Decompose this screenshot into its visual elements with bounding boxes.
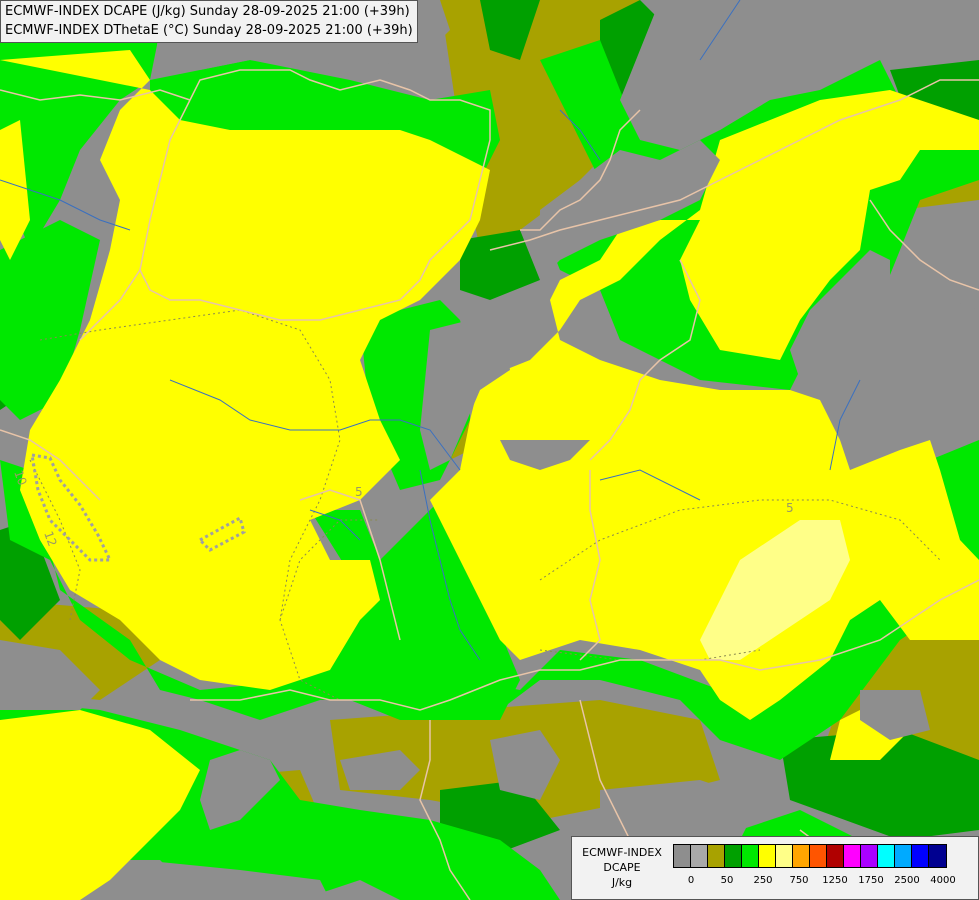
legend-title-model: ECMWF-INDEX — [582, 846, 662, 859]
legend-tick-label: 50 — [720, 875, 734, 886]
legend-tick-label: 0 — [687, 875, 695, 886]
legend-swatches — [673, 844, 947, 868]
legend-swatch — [708, 845, 725, 867]
legend-swatch — [793, 845, 810, 867]
legend-tick-label: 4000 — [930, 875, 956, 886]
legend-tick-label: 1750 — [858, 875, 884, 886]
legend-tick-label: 250 — [753, 875, 773, 886]
legend-swatch — [929, 845, 946, 867]
legend-swatch — [725, 845, 742, 867]
legend-swatch — [759, 845, 776, 867]
legend-swatch — [691, 845, 708, 867]
legend-swatch — [742, 845, 759, 867]
legend-tick-label: 750 — [789, 875, 809, 886]
dcape-map: 10 12 5 5 — [0, 0, 979, 900]
map-title: ECMWF-INDEX DCAPE (J/kg) Sunday 28-09-20… — [0, 0, 418, 43]
legend-swatch — [674, 845, 691, 867]
legend-swatch — [776, 845, 793, 867]
legend-title: ECMWF-INDEX DCAPE J/kg — [574, 845, 670, 890]
legend-swatch — [878, 845, 895, 867]
title-line-dthetae: ECMWF-INDEX DThetaE (°C) Sunday 28-09-20… — [5, 23, 413, 38]
color-legend: ECMWF-INDEX DCAPE J/kg 0 50 250 750 1250 1750… — [571, 836, 979, 900]
legend-swatch — [861, 845, 878, 867]
legend-swatch — [912, 845, 929, 867]
legend-title-variable: DCAPE — [603, 861, 641, 874]
legend-title-unit: J/kg — [611, 876, 633, 889]
legend-swatch — [827, 845, 844, 867]
legend-swatch — [844, 845, 861, 867]
legend-swatch — [895, 845, 912, 867]
title-line-dcape: ECMWF-INDEX DCAPE (J/kg) Sunday 28-09-20… — [5, 4, 410, 19]
contour-label-5-west: 5 — [355, 485, 363, 499]
legend-ticks: 0 50 250 750 1250 1750 2500 4000 — [673, 875, 963, 889]
legend-tick-label: 1250 — [822, 875, 848, 886]
legend-swatch — [810, 845, 827, 867]
contour-label-5-east: 5 — [786, 501, 794, 515]
legend-tick-label: 2500 — [894, 875, 920, 886]
